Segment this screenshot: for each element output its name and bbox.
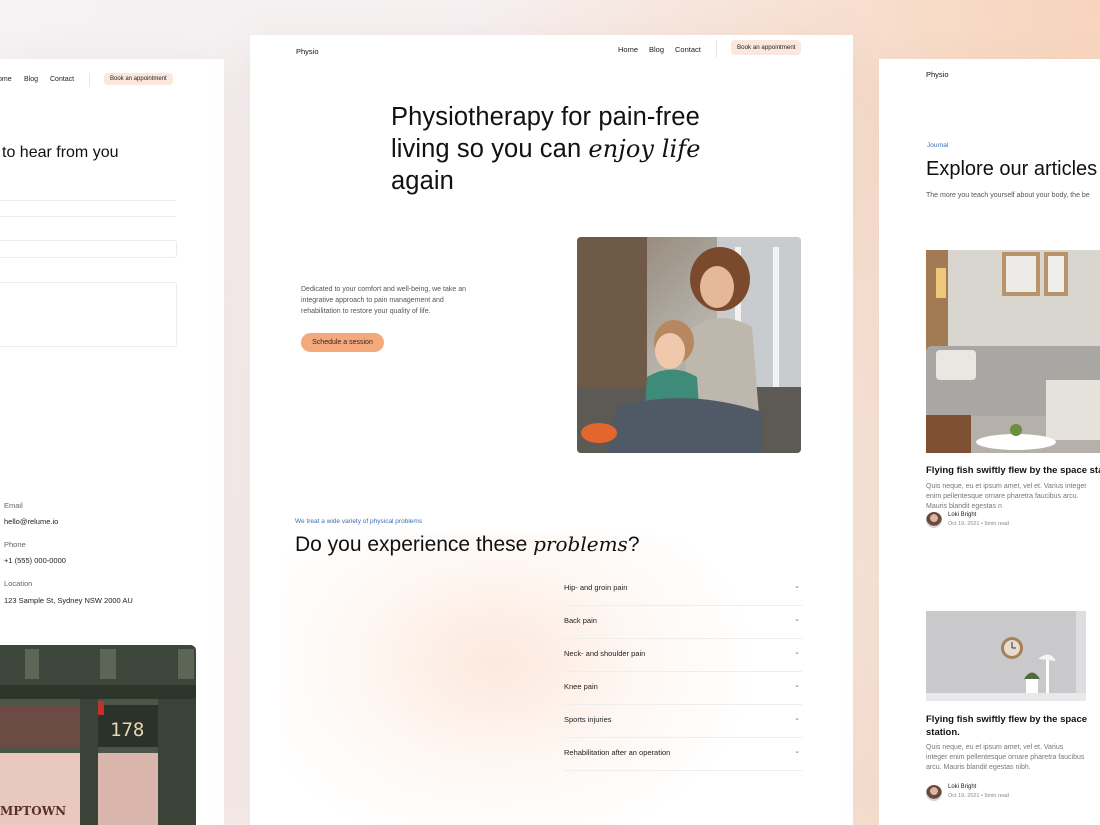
nav-blog-link[interactable]: Blog [24, 76, 38, 83]
nav-contact-link[interactable]: Contact [675, 45, 701, 54]
nav-home-link[interactable]: ome [0, 76, 12, 83]
problems-heading-emphasis: problems [533, 532, 628, 556]
nav-blog-link[interactable]: Blog [649, 45, 664, 54]
accordion-item-rehab[interactable]: Rehabilitation after an operation ⌄ [564, 738, 802, 771]
book-appointment-button[interactable]: Book an appointment [104, 73, 173, 85]
nav-home-link[interactable]: Home [618, 45, 638, 54]
name-field-underline [0, 216, 176, 217]
accordion-label: Hip- and groin pain [564, 583, 628, 592]
accordion-label: Neck- and shoulder pain [564, 649, 646, 658]
location-value: 123 Sample St, Sydney NSW 2000 AU [4, 596, 133, 605]
article-excerpt: Quis neque, eu et ipsum amet, vel et. Va… [926, 744, 1085, 771]
article-title[interactable]: Flying fish swiftly flew by the space st… [926, 464, 1100, 477]
journal-page-preview: Physio Journal Explore our articles The … [879, 59, 1100, 825]
accordion-label: Rehabilitation after an operation [564, 748, 671, 757]
email-field[interactable] [0, 240, 177, 258]
problems-eyebrow: We treat a wide variety of physical prob… [295, 518, 423, 525]
article-meta: Oct 19, 2021 • 5min read [948, 793, 1009, 799]
problems-heading: Do you experience these problems? [295, 532, 640, 556]
storefront-sign: MPTOWN [0, 804, 66, 818]
author-name: Loki Bright [948, 784, 977, 790]
accordion-item-back[interactable]: Back pain ⌄ [564, 606, 802, 639]
accordion-item-neck[interactable]: Neck- and shoulder pain ⌄ [564, 639, 802, 672]
nav-divider [716, 40, 717, 58]
chevron-down-icon: ⌄ [794, 649, 800, 656]
brand-logo[interactable]: Physio [926, 70, 949, 79]
contact-page-preview: ome Blog Contact Book an appointment to … [0, 59, 224, 825]
journal-eyebrow: Journal [927, 142, 949, 149]
article-image-clock[interactable] [926, 611, 1086, 701]
accordion-item-hip[interactable]: Hip- and groin pain ⌄ [564, 573, 802, 606]
chevron-down-icon: ⌄ [794, 682, 800, 689]
home-page-preview: Physio Home Blog Contact Book an appoint… [250, 35, 853, 825]
journal-heading: Explore our articles [926, 158, 1098, 180]
brand-logo[interactable]: Physio [296, 47, 319, 56]
email-value[interactable]: hello@relume.io [4, 517, 58, 526]
article-meta: Oct 19, 2021 • 5min read [948, 521, 1009, 527]
chevron-down-icon: ⌄ [794, 715, 800, 722]
chevron-down-icon: ⌄ [794, 616, 800, 623]
hero-title: Physiotherapy for pain-free living so yo… [391, 103, 701, 195]
schedule-session-button[interactable]: Schedule a session [301, 333, 384, 352]
phone-label: Phone [4, 540, 26, 549]
hero-title-emphasis: enjoy life [588, 135, 701, 163]
journal-lead: The more you teach yourself about your b… [926, 192, 1090, 199]
location-label: Location [4, 579, 33, 588]
author-name: Loki Bright [948, 512, 977, 518]
accordion-item-knee[interactable]: Knee pain ⌄ [564, 672, 802, 705]
author-avatar [926, 785, 942, 801]
storefront-number: 178 [110, 719, 144, 741]
hero-intro: Dedicated to your comfort and well-being… [301, 286, 466, 315]
accordion-label: Knee pain [564, 682, 598, 691]
name-field[interactable] [0, 200, 176, 201]
left-nav: ome Blog Contact Book an appointment [0, 67, 224, 93]
nav-divider [89, 73, 90, 87]
hero-photo [577, 237, 801, 453]
book-appointment-button[interactable]: Book an appointment [731, 40, 802, 55]
accordion-item-sports[interactable]: Sports injuries ⌄ [564, 705, 802, 738]
chevron-down-icon: ⌄ [794, 583, 800, 590]
message-textarea[interactable] [0, 282, 177, 347]
article-title[interactable]: Flying fish swiftly flew by the space st… [926, 713, 1096, 739]
article-excerpt: Quis neque, eu et ipsum amet, vel et. Va… [926, 483, 1087, 510]
contact-heading: to hear from you [2, 144, 119, 161]
accordion-label: Back pain [564, 616, 597, 625]
email-label: Email [4, 501, 23, 510]
article-image-livingroom[interactable] [926, 250, 1100, 453]
chevron-down-icon: ⌄ [794, 748, 800, 755]
phone-value[interactable]: +1 (555) 000-0000 [4, 556, 66, 565]
accordion-label: Sports injuries [564, 715, 612, 724]
storefront-image: 178 MPTOWN [0, 645, 196, 825]
nav-contact-link[interactable]: Contact [50, 76, 74, 83]
author-avatar [926, 512, 942, 528]
